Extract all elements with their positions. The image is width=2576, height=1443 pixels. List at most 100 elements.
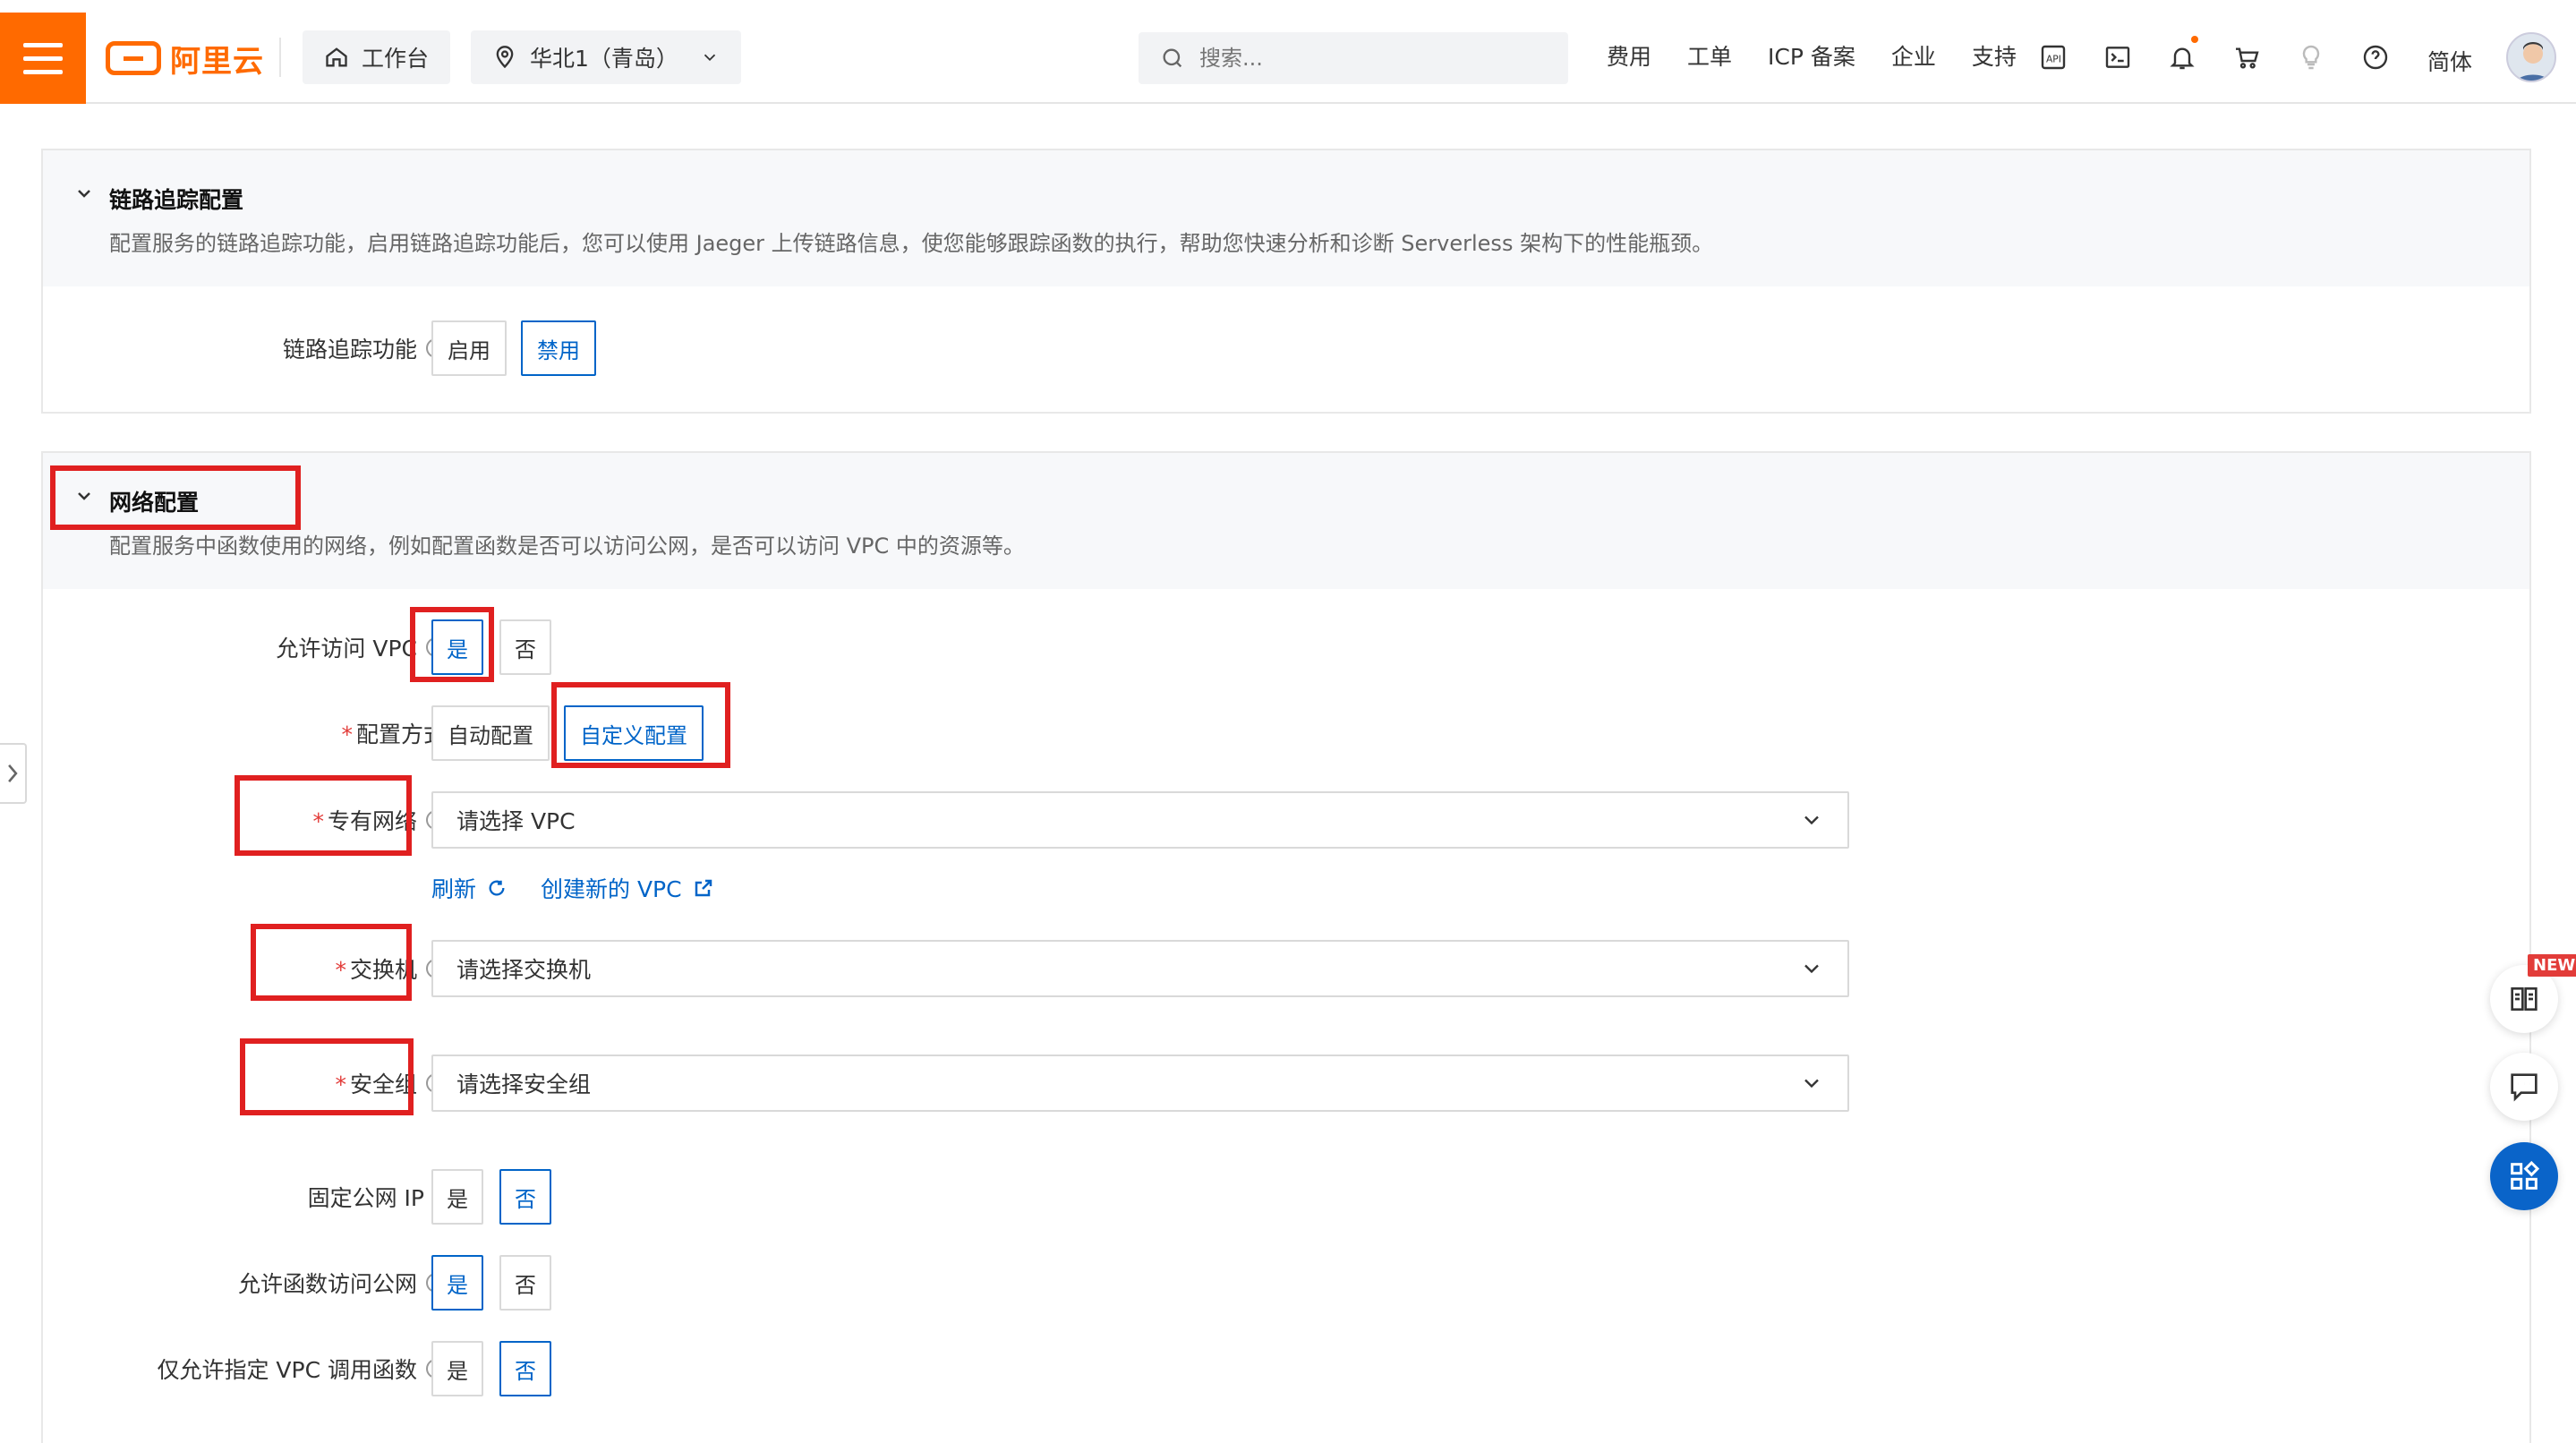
tracing-section-description: 配置服务的链路追踪功能，启用链路追踪功能后，您可以使用 Jaeger 上传链路信… [109, 231, 1714, 256]
nav-link-enterprise[interactable]: 企业 [1891, 39, 1936, 72]
logo-text: 阿里云 [170, 43, 264, 80]
workbench-label: 工作台 [362, 46, 430, 72]
network-section-title: 网络配置 [109, 490, 200, 516]
allow-vpc-label-text: 允许访问 VPC [276, 636, 417, 662]
aliyun-logo[interactable]: 阿里云 [106, 36, 264, 81]
home-icon [326, 47, 347, 67]
new-badge: NEW [2528, 954, 2576, 977]
security-group-select[interactable]: 请选择安全组 [431, 1054, 1849, 1112]
nav-link-billing[interactable]: 费用 [1607, 39, 1651, 72]
chat-icon [2511, 1073, 2538, 1102]
only-vpc-yes-button[interactable]: 是 [431, 1341, 483, 1396]
chevron-down-icon[interactable] [73, 183, 95, 204]
search-box[interactable] [1139, 32, 1568, 84]
chevron-down-icon [1804, 964, 1819, 974]
network-section-header[interactable]: 网络配置 配置服务中函数使用的网络，例如配置函数是否可以访问公网，是否可以访问 … [43, 453, 2529, 589]
region-selector[interactable]: 华北1（青岛） [471, 30, 741, 84]
config-mode-label: * 配置方式 [132, 705, 446, 761]
fixed-ip-no-button[interactable]: 否 [499, 1169, 551, 1225]
tracing-disable-button[interactable]: 禁用 [521, 320, 596, 376]
chevron-down-icon[interactable] [73, 485, 95, 507]
internet-yes-button[interactable]: 是 [431, 1255, 483, 1311]
tracing-section-header[interactable]: 链路追踪配置 配置服务的链路追踪功能，启用链路追踪功能后，您可以使用 Jaege… [43, 150, 2529, 286]
allow-vpc-label: 允许访问 VPC ? [132, 619, 446, 675]
terminal-icon[interactable] [2102, 41, 2134, 73]
internet-no-button[interactable]: 否 [499, 1255, 551, 1311]
main-content: 链路追踪配置 配置服务的链路追踪功能，启用链路追踪功能后，您可以使用 Jaege… [0, 104, 2576, 1443]
bell-icon[interactable] [2166, 36, 2198, 73]
custom-config-button[interactable]: 自定义配置 [564, 705, 704, 761]
security-group-label-text: 安全组 [349, 1072, 417, 1097]
required-mark: * [335, 957, 346, 983]
fixed-ip-label: 固定公网 IP ? [132, 1169, 453, 1225]
vswitch-select-placeholder: 请选择交换机 [456, 957, 592, 983]
nav-link-support[interactable]: 支持 [1972, 39, 2017, 72]
menu-bar [23, 69, 63, 74]
network-section-description: 配置服务中函数使用的网络，例如配置函数是否可以访问公网，是否可以访问 VPC 中… [109, 534, 1025, 559]
workbench-button[interactable]: 工作台 [303, 30, 451, 84]
required-mark: * [335, 1072, 346, 1097]
help-icon[interactable] [2359, 41, 2392, 73]
menu-bar [23, 56, 63, 61]
internet-access-label-text: 允许函数访问公网 [237, 1271, 417, 1297]
only-vpc-invoke-label: 仅允许指定 VPC 调用函数 ? [79, 1341, 446, 1396]
top-navbar: 阿里云 工作台 华北1（青岛） 费用 工单 ICP 备案 企业 支持 API [0, 0, 2576, 104]
required-mark: * [312, 808, 324, 834]
notification-dot [2191, 36, 2198, 43]
network-config-section: 网络配置 配置服务中函数使用的网络，例如配置函数是否可以访问公网，是否可以访问 … [41, 451, 2531, 1443]
nav-link-ticket[interactable]: 工单 [1687, 39, 1732, 72]
apps-float-button[interactable] [2490, 1142, 2558, 1210]
nav-link-icp[interactable]: ICP 备案 [1768, 39, 1855, 72]
security-group-label: *安全组 ? [132, 1054, 446, 1112]
auto-config-button[interactable]: 自动配置 [431, 705, 550, 761]
sidebar-expand-tab[interactable] [0, 743, 27, 804]
security-group-select-placeholder: 请选择安全组 [456, 1072, 592, 1097]
logo-mark-icon [106, 41, 161, 75]
only-vpc-invoke-label-text: 仅允许指定 VPC 调用函数 [157, 1357, 417, 1383]
top-nav-icons: API [2037, 36, 2392, 73]
fixed-ip-label-text: 固定公网 IP [307, 1185, 424, 1211]
required-mark: * [341, 722, 353, 747]
vswitch-select[interactable]: 请选择交换机 [431, 940, 1849, 997]
vpc-label: *专有网络 ? [132, 791, 446, 849]
allow-vpc-no-button[interactable]: 否 [499, 619, 551, 675]
avatar[interactable] [2506, 32, 2556, 82]
menu-bar [23, 42, 63, 47]
vpc-label-text: 专有网络 [327, 808, 417, 834]
cart-icon[interactable] [2231, 41, 2263, 73]
language-switch[interactable]: 简体 [2427, 45, 2472, 77]
api-icon[interactable]: API [2037, 41, 2069, 73]
lightbulb-icon[interactable] [2295, 41, 2327, 73]
search-icon [1163, 48, 1182, 68]
apps-grid-icon [2511, 1160, 2540, 1190]
region-label: 华北1（青岛） [530, 46, 678, 72]
svg-text:API: API [2046, 53, 2061, 64]
vpc-select[interactable]: 请选择 VPC [431, 791, 1849, 849]
vswitch-label-text: 交换机 [349, 957, 417, 983]
refresh-link[interactable]: 刷新 [431, 872, 507, 904]
feedback-float-button[interactable] [2490, 1053, 2558, 1121]
location-pin-icon [496, 46, 514, 69]
refresh-label: 刷新 [431, 876, 477, 902]
tracing-label-text: 链路追踪功能 [282, 337, 417, 363]
search-input[interactable] [1199, 46, 1540, 71]
allow-vpc-yes-button[interactable]: 是 [431, 619, 483, 675]
external-link-icon [695, 879, 712, 897]
chevron-down-icon [704, 54, 716, 62]
tracing-enable-button[interactable]: 启用 [431, 320, 507, 376]
only-vpc-no-button[interactable]: 否 [499, 1341, 551, 1396]
create-vpc-link[interactable]: 创建新的 VPC [541, 872, 714, 904]
internet-access-label: 允许函数访问公网 ? [132, 1255, 446, 1311]
hamburger-menu-button[interactable] [0, 13, 86, 104]
top-nav-links: 费用 工单 ICP 备案 企业 支持 [1607, 39, 2017, 72]
chevron-down-icon [1804, 1079, 1819, 1089]
fixed-ip-yes-button[interactable]: 是 [431, 1169, 483, 1225]
tracing-config-section: 链路追踪配置 配置服务的链路追踪功能，启用链路追踪功能后，您可以使用 Jaege… [41, 149, 2531, 414]
vpc-select-placeholder: 请选择 VPC [456, 808, 576, 834]
tracing-function-label: 链路追踪功能 ? [132, 320, 446, 376]
chevron-down-icon [1804, 815, 1819, 825]
refresh-icon [489, 880, 505, 896]
divider [279, 38, 281, 77]
book-icon [2511, 987, 2538, 1011]
tracing-section-title: 链路追踪配置 [109, 187, 244, 213]
